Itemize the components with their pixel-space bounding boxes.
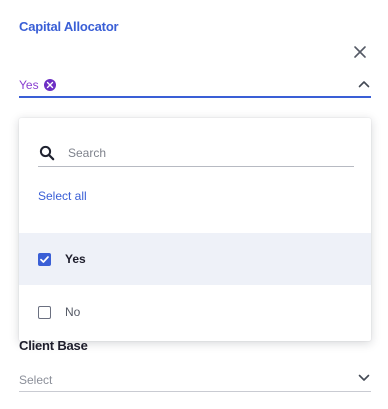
remove-chip-button[interactable]: [43, 79, 56, 91]
filter-panel: Capital Allocator Yes Search Select all …: [0, 0, 388, 409]
capital-allocator-select[interactable]: Yes: [19, 74, 371, 98]
option-yes[interactable]: Yes: [19, 233, 371, 285]
option-label: No: [65, 305, 81, 319]
collapse-toggle[interactable]: [357, 77, 371, 91]
search-icon: [38, 144, 56, 162]
chevron-down-icon: [358, 374, 370, 381]
close-icon: [354, 46, 366, 58]
check-icon: [40, 255, 49, 263]
search-field: [38, 140, 354, 167]
select-all-link[interactable]: Select all: [38, 189, 87, 203]
client-base-select[interactable]: Select: [19, 368, 371, 392]
remove-chip-icon: [46, 81, 53, 89]
checkbox-checked[interactable]: [38, 252, 51, 266]
checkbox-unchecked[interactable]: [38, 305, 51, 319]
selected-chip: Yes: [19, 78, 56, 92]
capital-allocator-label: Capital Allocator: [19, 19, 119, 34]
option-label: Yes: [65, 252, 86, 266]
clear-selection-button[interactable]: [350, 42, 370, 62]
option-no[interactable]: No: [19, 286, 371, 338]
selected-chip-label: Yes: [19, 78, 39, 92]
client-base-placeholder: Select: [19, 372, 53, 387]
expand-toggle[interactable]: [357, 371, 371, 385]
client-base-label: Client Base: [19, 338, 88, 353]
capital-allocator-dropdown: Select all Yes No: [19, 118, 371, 341]
search-input[interactable]: [66, 145, 340, 161]
chevron-up-icon: [358, 81, 370, 88]
